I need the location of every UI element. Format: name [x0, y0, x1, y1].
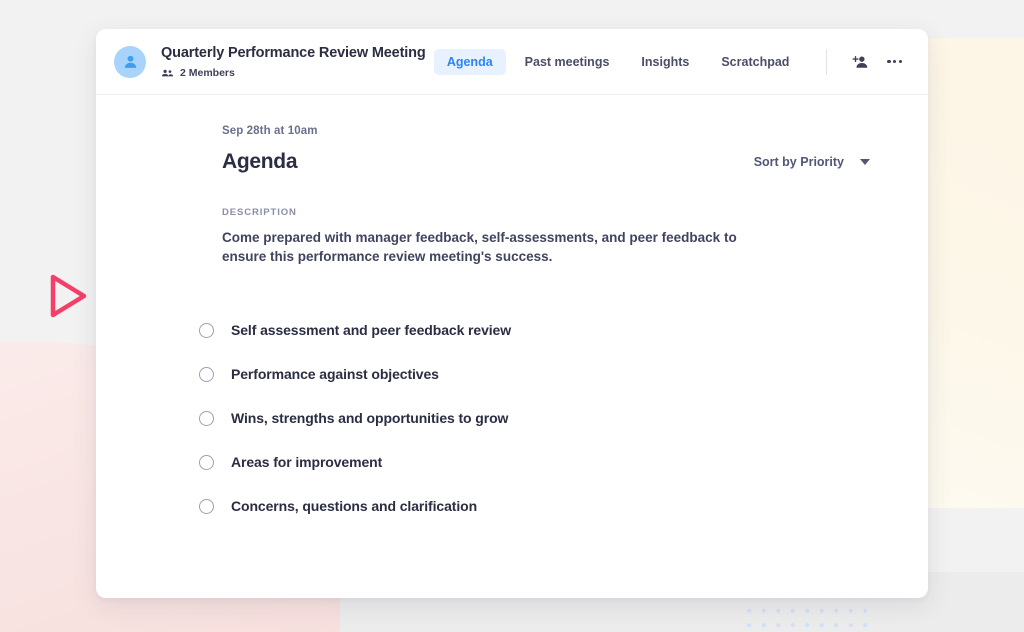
list-item-label: Concerns, questions and clarification [231, 498, 478, 514]
list-item-label: Performance against objectives [231, 366, 439, 382]
list-item[interactable]: Wins, strengths and opportunities to gro… [199, 396, 928, 440]
chevron-down-icon [860, 159, 870, 165]
list-item-label: Areas for improvement [231, 454, 383, 470]
sort-label: Sort by Priority [753, 155, 844, 169]
checkbox-circle-icon[interactable] [199, 498, 214, 514]
agenda-panel: Sep 28th at 10am Agenda Sort by Priority… [96, 95, 928, 528]
people-icon [161, 69, 174, 76]
meeting-title-block: Quarterly Performance Review Meeting 2 M… [161, 44, 426, 80]
page-title: Quarterly Performance Review Meeting [161, 44, 426, 61]
meeting-app-card: Quarterly Performance Review Meeting 2 M… [96, 29, 928, 598]
checkbox-circle-icon[interactable] [199, 366, 214, 382]
play-triangle-icon [50, 274, 87, 318]
header-divider [826, 48, 828, 75]
checkbox-circle-icon[interactable] [199, 454, 214, 470]
tab-agenda[interactable]: Agenda [433, 48, 506, 75]
sort-dropdown[interactable]: Sort by Priority [754, 155, 870, 169]
members-row[interactable]: 2 Members [161, 67, 426, 80]
members-count-label: 2 Members [180, 67, 235, 79]
tab-insights[interactable]: Insights [628, 49, 702, 75]
checkbox-circle-icon[interactable] [199, 322, 214, 338]
list-item[interactable]: Areas for improvement [199, 440, 928, 484]
description-label: DESCRIPTION [222, 207, 297, 218]
add-person-icon [853, 55, 868, 68]
list-item[interactable]: Performance against objectives [199, 352, 928, 396]
more-options-button[interactable] [887, 59, 902, 64]
tab-scratchpad[interactable]: Scratchpad [708, 49, 802, 75]
description-text: Come prepared with manager feedback, sel… [222, 230, 737, 264]
more-dot [898, 59, 902, 64]
list-item[interactable]: Self assessment and peer feedback review [199, 308, 928, 352]
meeting-date: Sep 28th at 10am [222, 125, 318, 137]
more-dot [893, 59, 897, 64]
app-header: Quarterly Performance Review Meeting 2 M… [96, 29, 928, 95]
agenda-heading-row: Agenda Sort by Priority [222, 150, 928, 174]
list-item-label: Self assessment and peer feedback review [231, 322, 512, 338]
avatar [114, 45, 146, 78]
person-avatar-icon [124, 55, 136, 68]
checkbox-circle-icon[interactable] [199, 410, 214, 426]
more-dot [887, 59, 891, 64]
list-item-label: Wins, strengths and opportunities to gro… [231, 410, 509, 426]
agenda-heading: Agenda [222, 150, 298, 173]
tab-past-meetings[interactable]: Past meetings [512, 49, 623, 75]
agenda-item-list: Self assessment and peer feedback review… [199, 308, 928, 528]
list-item[interactable]: Concerns, questions and clarification [199, 484, 928, 528]
nav-tabs: Agenda Past meetings Insights Scratchpad [433, 48, 902, 75]
add-person-button[interactable] [847, 49, 873, 75]
